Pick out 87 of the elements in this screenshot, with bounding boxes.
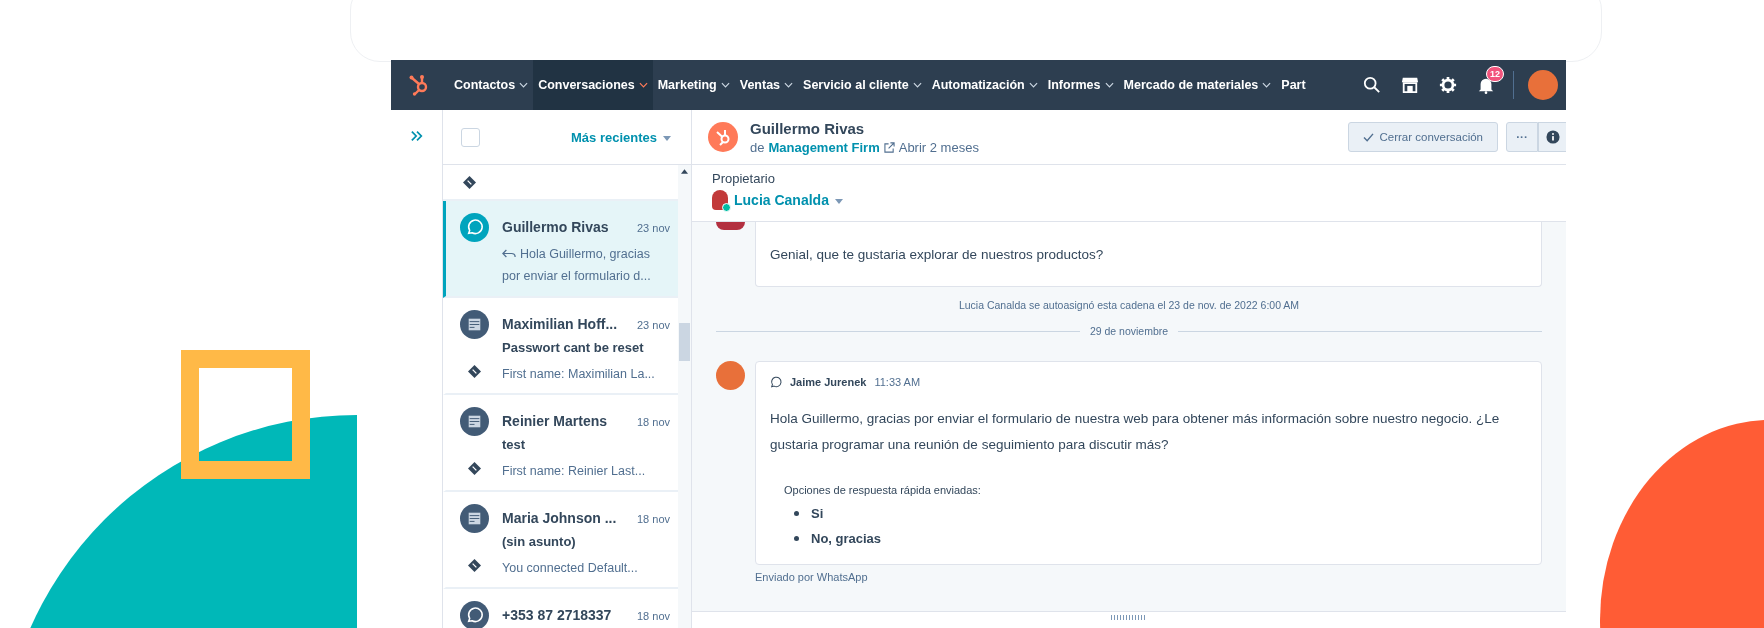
form-channel-icon xyxy=(459,407,489,436)
quick-replies-label: Opciones de respuesta rápida enviadas: xyxy=(784,484,982,496)
chevron-down-icon xyxy=(1028,82,1038,88)
scrollbar-thumb[interactable] xyxy=(679,323,690,361)
conversation-item[interactable]: Guillermo Rivas 23 nov Hola Guillermo, gracias por enviar el formulario d... xyxy=(443,201,678,298)
caret-down-icon xyxy=(834,198,843,204)
scroll-up-arrow-icon[interactable] xyxy=(681,169,688,174)
nav-menu-item[interactable]: Conversaciones xyxy=(533,60,653,110)
conversation-date: 23 nov xyxy=(636,222,670,234)
nav-menu-item[interactable]: Marketing xyxy=(652,60,735,110)
external-link-icon[interactable] xyxy=(883,141,895,153)
close-conversation-button[interactable]: Cerrar conversación xyxy=(1348,122,1498,152)
double-chevron-right-icon[interactable] xyxy=(410,130,424,142)
form-channel-icon xyxy=(459,504,489,533)
quick-reply-option: Si xyxy=(811,506,824,521)
chevron-down-icon xyxy=(784,82,794,88)
message-preview: First name: Maximilian La... xyxy=(502,367,655,381)
nav-menu-item[interactable]: Servicio al cliente xyxy=(798,60,927,110)
search-icon[interactable] xyxy=(1363,76,1381,94)
conversation-subject: Passwort cant be reset xyxy=(502,340,645,355)
message-preview: First name: Reinier Last... xyxy=(502,464,646,478)
sort-dropdown[interactable]: Más recientes xyxy=(565,128,677,146)
online-status-dot xyxy=(722,203,731,212)
ticket-icon xyxy=(467,365,481,378)
storefront-icon[interactable] xyxy=(1401,76,1419,94)
sender-avatar xyxy=(716,222,745,230)
conversation-date: 18 nov xyxy=(636,513,670,525)
bullet-icon xyxy=(794,511,799,516)
whatsapp-channel-icon xyxy=(459,213,489,242)
nav-menu-item[interactable]: Ventas xyxy=(734,60,799,110)
owner-dropdown[interactable]: Lucia Canalda xyxy=(734,192,843,208)
company-link[interactable]: Management Firm xyxy=(768,139,880,155)
nav-menu-item[interactable]: Mercado de materiales xyxy=(1118,60,1277,110)
ticket-icon xyxy=(463,175,476,189)
settings-icon[interactable] xyxy=(1439,76,1457,94)
whatsapp-icon xyxy=(770,376,782,388)
checkmark-icon xyxy=(1363,132,1375,142)
more-options-button[interactable]: ··· xyxy=(1506,122,1538,152)
conversation-date: 18 nov xyxy=(636,610,670,622)
user-avatar[interactable] xyxy=(1528,70,1558,100)
nav-menu-item[interactable]: Part xyxy=(1276,60,1311,110)
chevron-down-icon xyxy=(1262,82,1272,88)
contact-name: Maria Johnson ... xyxy=(502,510,617,526)
chevron-down-icon xyxy=(638,82,648,88)
info-button[interactable] xyxy=(1538,122,1566,152)
contact-name: Guillermo Rivas xyxy=(502,219,609,235)
chevron-down-icon xyxy=(720,82,730,88)
sender-avatar xyxy=(716,361,745,390)
resize-handle-icon[interactable] xyxy=(1111,615,1147,620)
sent-via-label: Enviado por WhatsApp xyxy=(755,571,869,583)
assignment-note: Lucia Canalda se autoasignó esta cadena el 23 de nov. de 2022 6:00 AM xyxy=(957,299,1301,311)
chevron-down-icon xyxy=(519,82,529,88)
ticket-icon xyxy=(467,559,481,572)
date-divider-label: 29 de noviembre xyxy=(1089,325,1169,337)
opened-time: Abrir 2 meses xyxy=(898,139,979,155)
conversation-date: 18 nov xyxy=(636,416,670,428)
contact-name: Reinier Martens xyxy=(502,413,608,429)
quick-reply-option: No, gracias xyxy=(811,531,882,546)
nav-menu-item[interactable]: Automatización xyxy=(926,60,1043,110)
chevron-down-icon xyxy=(1104,82,1114,88)
info-icon xyxy=(1545,130,1560,144)
message-text: Genial, que te gustaria explorar de nuestros productos? xyxy=(770,246,1105,264)
scrollbar[interactable] xyxy=(678,165,691,628)
conversation-subject: (sin asunto) xyxy=(502,534,577,549)
conversation-contact-name: Guillermo Rivas xyxy=(750,119,866,137)
conversation-date: 23 nov xyxy=(636,319,670,331)
sprocket-avatar-icon xyxy=(708,122,738,152)
from-label: de xyxy=(750,139,765,155)
form-channel-icon xyxy=(459,310,489,339)
caret-down-icon xyxy=(663,135,671,141)
message-time: 11:33 AM xyxy=(874,376,921,388)
bullet-icon xyxy=(794,536,799,541)
notification-count: 12 xyxy=(1486,66,1504,82)
ticket-icon xyxy=(467,462,481,475)
message-author: Jaime Jurenek xyxy=(790,376,867,388)
message-preview: You connected Default... xyxy=(502,561,638,575)
chevron-down-icon xyxy=(912,82,922,88)
message-preview: Hola Guillermo, gracias por enviar el formulario d... xyxy=(502,247,651,283)
conversation-subject: test xyxy=(502,437,527,452)
owner-label: Propietario xyxy=(712,171,776,186)
bell-icon[interactable] xyxy=(1477,76,1495,94)
contact-name: +353 87 2718337 xyxy=(502,607,612,623)
message-text: Hola Guillermo, gracias por enviar el formulario de nuestra web para obtener más información sobre nuestro negocio. ¿Le gustaria programar una reunión de seguimiento para discutir más? xyxy=(770,410,1501,454)
nav-menu-item[interactable]: Contactos xyxy=(449,60,534,110)
contact-name: Maximilian Hoff... xyxy=(502,316,618,332)
nav-menu-item[interactable]: Informes xyxy=(1042,60,1119,110)
select-all-checkbox[interactable] xyxy=(461,127,480,147)
